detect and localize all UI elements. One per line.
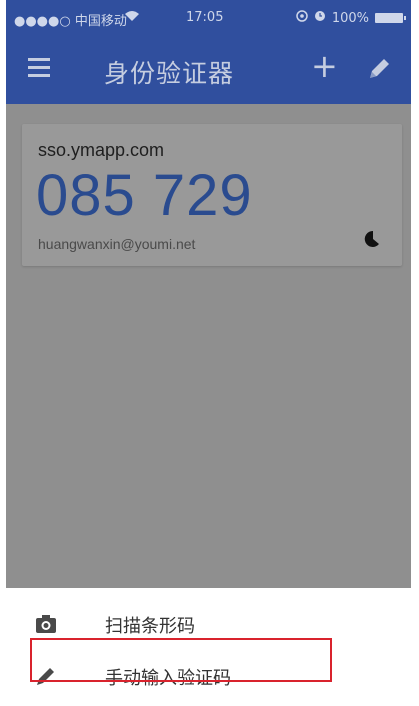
wifi-icon	[124, 10, 140, 26]
battery-icon	[375, 13, 406, 23]
highlight-box	[30, 638, 332, 682]
account-issuer: sso.ymapp.com	[38, 140, 165, 160]
alarm-icon	[314, 10, 326, 26]
scan-barcode-label: 扫描条形码	[105, 616, 195, 637]
rotation-lock-icon	[296, 10, 308, 26]
countdown-timer-icon	[364, 230, 382, 248]
verification-code[interactable]: 085 729	[36, 162, 253, 229]
app-title: 身份验证器	[104, 59, 235, 88]
account-card[interactable]: sso.ymapp.com 085 729 huangwanxin@youmi.…	[22, 124, 402, 266]
status-bar: ●●●●○ 中国移动 17:05 100%	[6, 0, 411, 34]
account-email: huangwanxin@youmi.net	[38, 236, 196, 252]
menu-icon[interactable]	[28, 58, 50, 78]
phone-screen: ●●●●○ 中国移动 17:05 100% 身份验证器 + sso.ymapp.…	[6, 0, 411, 706]
status-right: 100%	[296, 10, 406, 26]
status-time: 17:05	[186, 10, 224, 25]
battery-percent: 100%	[331, 10, 369, 26]
carrier-label: ●●●●○ 中国移动	[14, 14, 127, 29]
camera-icon	[34, 612, 58, 636]
plus-icon[interactable]: +	[311, 50, 338, 82]
pencil-icon[interactable]	[366, 56, 392, 82]
app-bar: 身份验证器 +	[6, 34, 411, 104]
